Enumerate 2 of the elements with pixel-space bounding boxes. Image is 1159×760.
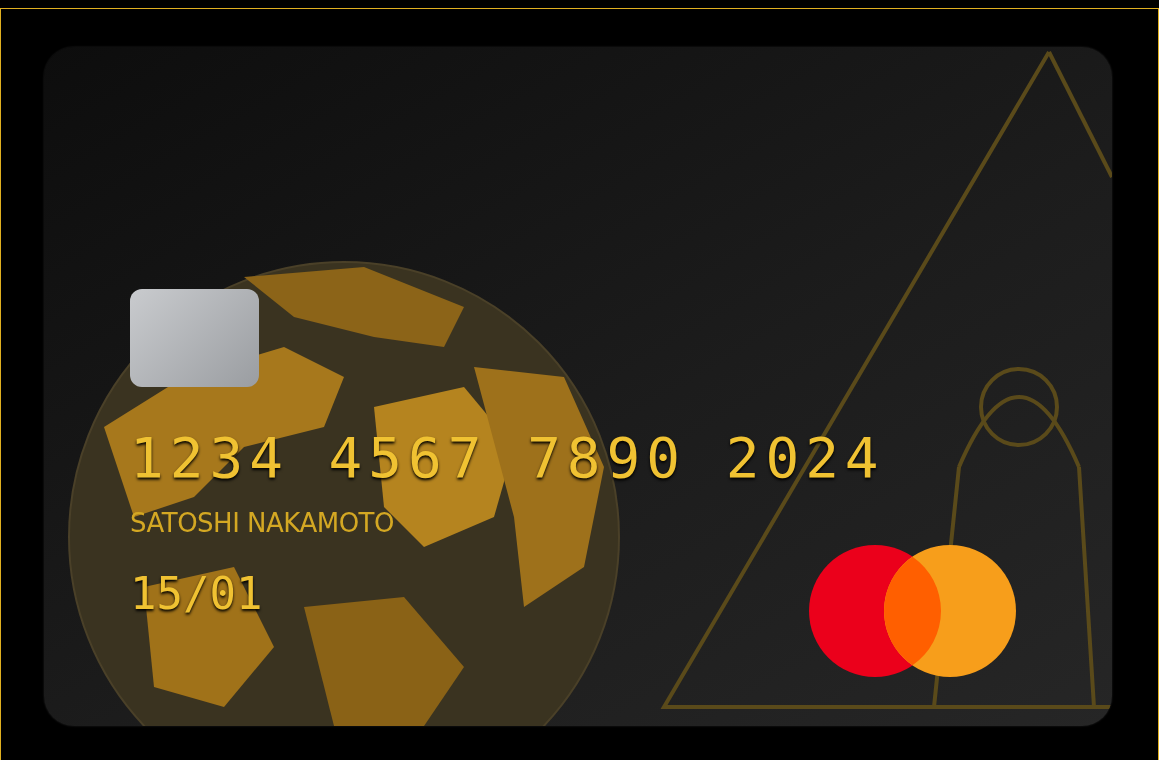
- cardholder-name: SATOSHI NAKAMOTO: [130, 508, 394, 538]
- chip-icon: [130, 289, 259, 387]
